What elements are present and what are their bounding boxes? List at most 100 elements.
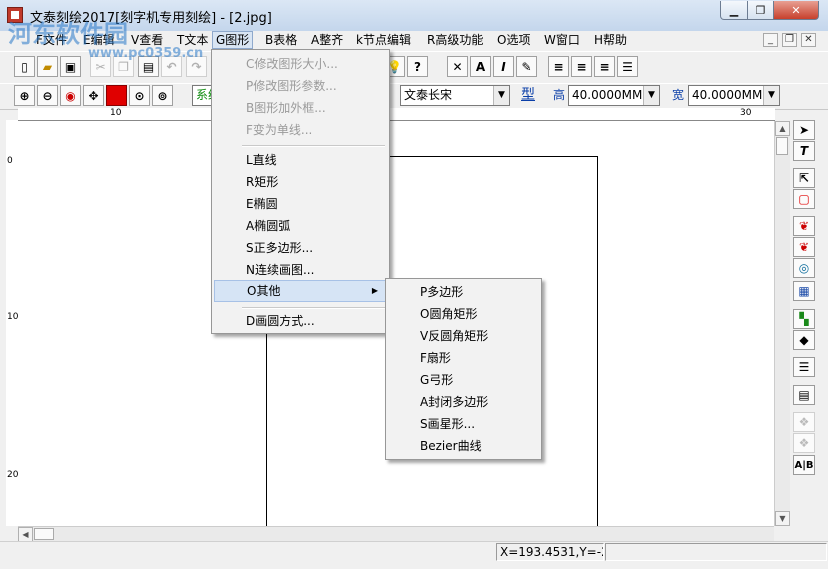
zoom-select-button[interactable]: ⊚ [152,85,173,106]
other-submenu: P多边形 O圆角矩形 V反圆角矩形 F扇形 G弓形 A封闭多边形 S画星形...… [385,278,542,460]
align-right-button[interactable]: ≡ [594,56,615,77]
text-ab-tool-button[interactable]: A|B [793,455,815,475]
rectangle-tool-button[interactable]: ▢ [793,189,815,209]
table-tool-button[interactable]: ▦ [793,281,815,301]
close-button[interactable]: ✕ [773,1,819,20]
node-select-tool-button[interactable]: ⇱ [793,168,815,188]
ruler-label: 10 [7,312,19,322]
mdi-close-button[interactable]: ✕ [801,33,816,47]
shapes-icon: ◎ [798,261,810,275]
zoom-page-button[interactable]: ⊙ [129,85,150,106]
menu-options[interactable]: O选项 [494,31,533,49]
menu-item-ellipse-arc[interactable]: A椭圆弧 [212,215,389,237]
horizontal-scroll-thumb[interactable] [34,528,54,540]
node-tool-button[interactable]: ✕ [447,56,468,77]
menu-item-single-line[interactable]: F变为单线... [212,119,389,141]
format-toolbar-buttons: ⊕ ⊖ ◉ ✥ ⊙ ⊚ 系统 文泰长宋 ▼ 型 高 40.0000MM ▼ 宽 … [0,85,828,107]
scroll-left-button[interactable]: ◀ [18,527,33,542]
vertical-scrollbar[interactable]: ▲ ▼ [774,121,790,526]
height-label: 高 [553,88,566,102]
menu-item-other[interactable]: O其他 ▶ [214,280,387,302]
zoom-in-button[interactable]: ⊕ [14,85,35,106]
scissors-icon: ✂ [95,59,106,74]
color-button[interactable] [106,85,127,106]
text-frame-button[interactable]: A [470,56,491,77]
vertical-scroll-thumb[interactable] [776,137,788,155]
font-combo[interactable]: 文泰长宋 ▼ [400,85,510,106]
submenu-item-segment[interactable]: G弓形 [386,369,541,391]
minimize-icon: ▁ [729,3,739,17]
menu-item-add-frame[interactable]: B图形加外框... [212,97,389,119]
submenu-item-polygon[interactable]: P多边形 [386,281,541,303]
menu-help[interactable]: H帮助 [591,31,630,49]
group-icon: ❖ [798,415,810,429]
justify-button[interactable]: ☰ [617,56,638,77]
ruler-label: 20 [7,470,19,480]
width-input[interactable]: 40.0000MM ▼ [688,85,780,106]
submenu-item-bezier[interactable]: Bezier曲线 [386,435,541,457]
menu-graphics[interactable]: G图形 [212,31,254,49]
new-file-button[interactable]: ▯ [14,56,35,77]
save-button[interactable]: ▣ [60,56,81,77]
shapes-tool-button[interactable]: ◎ [793,258,815,278]
menu-table[interactable]: B表格 [262,31,300,49]
watermark-url: www.pc0359.cn [88,46,204,61]
mdi-restore-button[interactable]: ❐ [782,33,797,47]
chevron-down-icon: ▼ [493,86,509,105]
submenu-item-inverse-rounded-rect[interactable]: V反圆角矩形 [386,325,541,347]
horizontal-scrollbar[interactable]: ◀ [18,526,774,542]
color-grid-tool-button[interactable]: ▚ [793,309,815,329]
mdi-minimize-button[interactable]: _ [763,33,778,47]
text-lines-tool-button[interactable]: ☰ [793,357,815,377]
menu-item-shape-params[interactable]: P修改图形参数... [212,75,389,97]
fill-tool-button[interactable]: ◆ [793,330,815,350]
menu-advanced[interactable]: R高级功能 [424,31,486,49]
select-tool-button[interactable]: ➤ [793,120,815,140]
menu-item-resize-shape[interactable]: C修改图形大小... [212,53,389,75]
menu-item-ellipse[interactable]: E椭圆 [212,193,389,215]
group-tool-button[interactable]: ❖ [793,412,815,432]
edit-text-button[interactable]: ✎ [516,56,537,77]
zoom-fit-button[interactable]: ◉ [60,85,81,106]
ruler-label: 10 [110,108,122,118]
cherry-tool-2-button[interactable]: ❦ [793,237,815,257]
text-tool-button[interactable]: T [793,141,815,161]
help-button[interactable]: ? [407,56,428,77]
submenu-item-sector[interactable]: F扇形 [386,347,541,369]
arrow-pointer-icon: ➤ [798,123,810,137]
italic-button[interactable]: I [493,56,514,77]
cherry-tool-button[interactable]: ❦ [793,216,815,236]
scroll-up-button[interactable]: ▲ [775,121,790,136]
height-input[interactable]: 40.0000MM ▼ [568,85,660,106]
align-center-button[interactable]: ≡ [571,56,592,77]
type-label[interactable]: 型 [521,85,535,106]
open-file-button[interactable]: ▰ [37,56,58,77]
minimize-button[interactable]: ▁ [720,1,748,20]
menu-item-line[interactable]: L直线 [212,149,389,171]
menu-item-other-label: O其他 [247,284,281,298]
cherry-icon: ❦ [798,219,810,233]
submenu-arrow-icon: ▶ [371,286,378,295]
menu-node-edit[interactable]: k节点编辑 [353,31,414,49]
close-icon: ✕ [791,3,801,17]
zoom-out-button[interactable]: ⊖ [37,85,58,106]
submenu-item-star[interactable]: S画星形... [386,413,541,435]
menu-window[interactable]: W窗口 [541,31,583,49]
scroll-down-button[interactable]: ▼ [775,511,790,526]
maximize-button[interactable]: ❐ [747,1,774,20]
graphics-menu: C修改图形大小... P修改图形参数... B图形加外框... F变为单线...… [211,49,390,334]
menu-align[interactable]: A整齐 [308,31,346,49]
menu-item-continuous-draw[interactable]: N连续画图... [212,259,389,281]
menu-item-regular-polygon[interactable]: S正多边形... [212,237,389,259]
submenu-item-rounded-rect[interactable]: O圆角矩形 [386,303,541,325]
folder-icon: ▰ [42,59,53,74]
document-tool-button[interactable]: ▤ [793,385,815,405]
submenu-item-closed-polygon[interactable]: A封闭多边形 [386,391,541,413]
menu-item-circle-mode[interactable]: D画圆方式... [212,310,389,332]
paint-bucket-icon: ◆ [799,333,809,347]
pan-button[interactable]: ✥ [83,85,104,106]
ungroup-tool-button[interactable]: ❖ [793,433,815,453]
align-left-button[interactable]: ≡ [548,56,569,77]
move-icon: ✥ [88,88,99,103]
menu-item-rectangle[interactable]: R矩形 [212,171,389,193]
